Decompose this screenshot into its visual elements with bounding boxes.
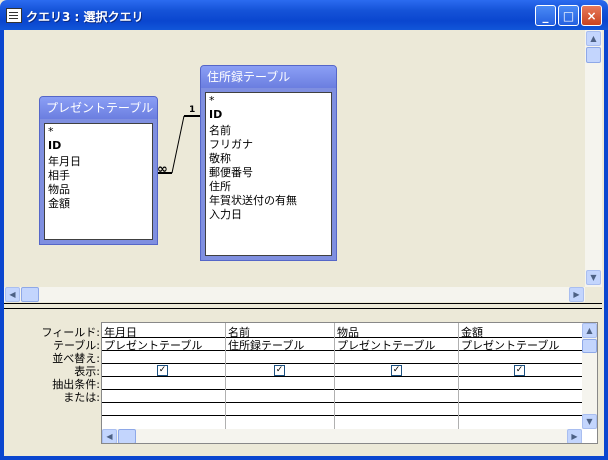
query-window: クエリ3 : 選択クエリ _ □ × プレゼントテーブル * ID 年月日 相手… xyxy=(0,0,608,460)
show-checkbox[interactable]: ✓ xyxy=(157,365,168,376)
scroll-thumb[interactable] xyxy=(118,429,136,443)
field-item[interactable]: ID xyxy=(209,108,222,121)
grid-table-cell[interactable]: 住所録テーブル xyxy=(228,337,304,353)
grid-table-cell[interactable]: プレゼントテーブル xyxy=(461,337,559,353)
field-list-present[interactable]: * ID 年月日 相手 物品 金額 xyxy=(44,123,153,240)
field-item[interactable]: * xyxy=(209,94,215,107)
scroll-down-icon[interactable]: ▼ xyxy=(586,270,601,285)
field-item[interactable]: 金額 xyxy=(48,195,70,211)
scroll-right-icon[interactable]: ▶ xyxy=(569,287,584,302)
relationship-one-label: 1 xyxy=(189,105,196,115)
show-checkbox[interactable]: ✓ xyxy=(274,365,285,376)
grid-horizontal-scrollbar[interactable]: ◀ ▶ xyxy=(102,429,582,443)
scroll-up-icon[interactable]: ▲ xyxy=(586,31,601,46)
row-label-or: または: xyxy=(63,391,100,404)
scroll-up-icon[interactable]: ▲ xyxy=(582,323,597,338)
relationship-many-label: ∞ xyxy=(157,162,168,177)
scroll-thumb[interactable] xyxy=(582,339,597,353)
title-bar[interactable]: クエリ3 : 選択クエリ _ □ × xyxy=(0,0,608,30)
pane-splitter[interactable] xyxy=(4,303,602,309)
table-window-present[interactable]: プレゼントテーブル * ID 年月日 相手 物品 金額 xyxy=(39,96,158,245)
field-item[interactable]: ID xyxy=(48,139,61,152)
table-title-present[interactable]: プレゼントテーブル xyxy=(40,97,157,119)
close-button[interactable]: × xyxy=(581,5,602,26)
window-title: クエリ3 : 選択クエリ xyxy=(26,10,144,24)
scroll-thumb[interactable] xyxy=(21,287,39,302)
grid-vertical-scrollbar[interactable]: ▲ ▼ xyxy=(582,323,597,429)
upper-vertical-scrollbar[interactable]: ▲ ▼ xyxy=(585,30,602,287)
design-grid[interactable]: 年月日 名前 物品 金額 プレゼントテーブル 住所録テーブル プレゼントテーブル… xyxy=(101,322,598,444)
field-list-address[interactable]: * ID 名前 フリガナ 敬称 郵便番号 住所 年賀状送付の有無 入力日 xyxy=(205,92,332,256)
table-title-address[interactable]: 住所録テーブル xyxy=(201,66,336,88)
scroll-left-icon[interactable]: ◀ xyxy=(102,429,117,443)
field-item[interactable]: 入力日 xyxy=(209,206,242,222)
minimize-button[interactable]: _ xyxy=(535,5,556,26)
upper-horizontal-scrollbar[interactable]: ◀ ▶ xyxy=(4,287,585,302)
table-window-address[interactable]: 住所録テーブル * ID 名前 フリガナ 敬称 郵便番号 住所 年賀状送付の有無… xyxy=(200,65,337,261)
grid-table-cell[interactable]: プレゼントテーブル xyxy=(337,337,435,353)
field-item[interactable]: * xyxy=(48,125,54,138)
scroll-left-icon[interactable]: ◀ xyxy=(5,287,20,302)
show-checkbox[interactable]: ✓ xyxy=(514,365,525,376)
scroll-down-icon[interactable]: ▼ xyxy=(582,414,597,429)
maximize-button[interactable]: □ xyxy=(558,5,579,26)
table-pane[interactable]: プレゼントテーブル * ID 年月日 相手 物品 金額 住所録テーブル * ID… xyxy=(4,30,602,302)
query-window-icon[interactable] xyxy=(6,8,22,23)
scroll-thumb[interactable] xyxy=(586,47,601,63)
show-checkbox[interactable]: ✓ xyxy=(391,365,402,376)
scroll-right-icon[interactable]: ▶ xyxy=(567,429,582,443)
grid-table-cell[interactable]: プレゼントテーブル xyxy=(104,337,202,353)
